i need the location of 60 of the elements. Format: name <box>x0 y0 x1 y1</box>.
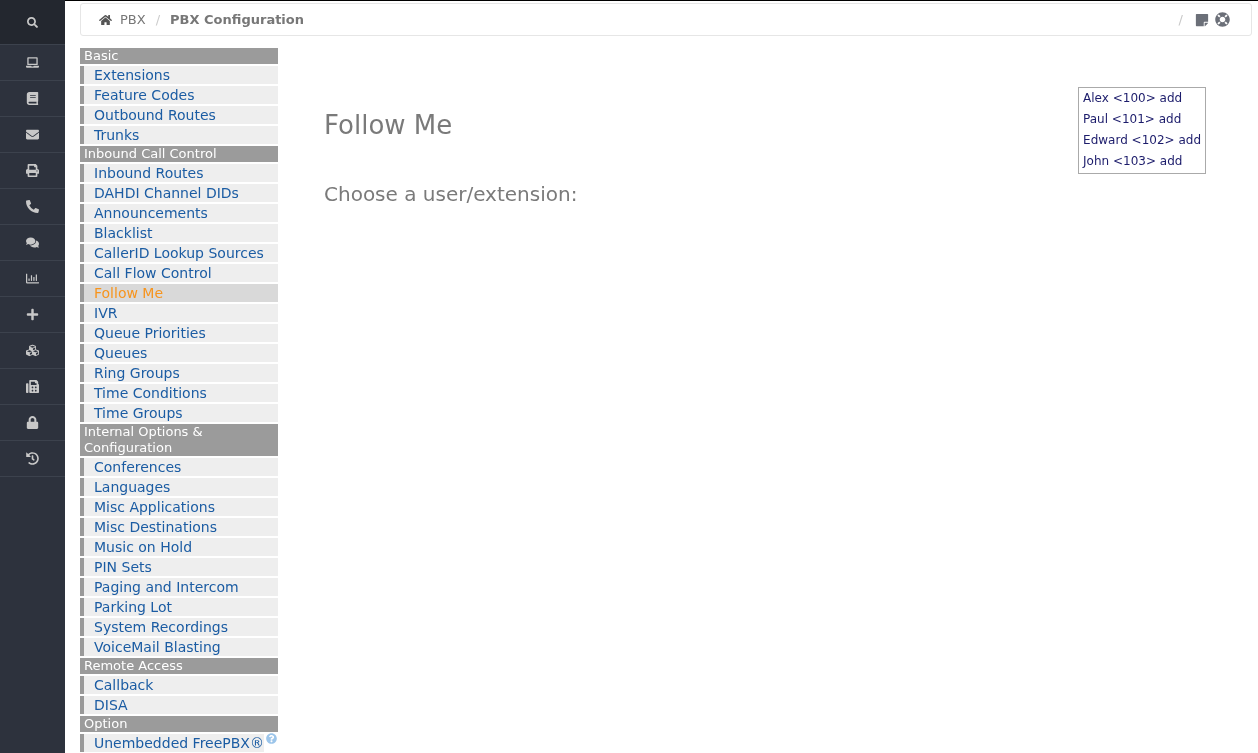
laptop-icon[interactable] <box>26 56 39 69</box>
user-link[interactable]: John <103> add <box>1083 151 1183 172</box>
menu-item[interactable]: Time Conditions <box>80 384 278 402</box>
toolbar-separator: / <box>1178 10 1183 29</box>
search-icon[interactable] <box>27 16 38 28</box>
menu-item[interactable]: Languages <box>80 478 278 496</box>
page-title: Follow Me <box>324 110 453 140</box>
book-icon[interactable] <box>26 92 39 105</box>
note-icon[interactable] <box>1195 12 1209 27</box>
breadcrumb-current: PBX Configuration <box>170 10 304 29</box>
menu-item[interactable]: PIN Sets <box>80 558 278 576</box>
phone-icon[interactable] <box>26 200 39 213</box>
menu-item[interactable]: DAHDI Channel DIDs <box>80 184 278 202</box>
menu-item[interactable]: Music on Hold <box>80 538 278 556</box>
fax-icon[interactable] <box>26 380 39 393</box>
section-heading: Basic <box>80 48 278 64</box>
user-link[interactable]: Paul <101> add <box>1083 109 1182 130</box>
bar-chart-icon[interactable] <box>26 272 39 285</box>
menu-item[interactable]: Paging and Intercom <box>80 578 278 596</box>
menu-item[interactable]: Misc Applications <box>80 498 278 516</box>
menu-item[interactable]: Blacklist <box>80 224 278 242</box>
lifebuoy-icon[interactable] <box>1215 12 1230 27</box>
menu-item[interactable]: Parking Lot <box>80 598 278 616</box>
menu-item[interactable]: Extensions <box>80 66 278 84</box>
menu-item[interactable]: Inbound Routes <box>80 164 278 182</box>
printer-icon[interactable] <box>26 164 39 177</box>
section-heading: Inbound Call Control <box>80 146 278 162</box>
cubes-icon[interactable] <box>26 344 39 357</box>
menu-item[interactable]: Announcements <box>80 204 278 222</box>
plus-icon[interactable] <box>26 308 39 321</box>
menu-item[interactable]: Time Groups <box>80 404 278 422</box>
menu-item[interactable]: System Recordings <box>80 618 278 636</box>
user-link[interactable]: Alex <100> add <box>1083 88 1183 109</box>
menu-item[interactable]: Outbound Routes <box>80 106 278 124</box>
section-heading: Remote Access <box>80 658 278 674</box>
prompt-text: Choose a user/extension: <box>324 182 578 206</box>
menu-item[interactable]: Feature Codes <box>80 86 278 104</box>
section-heading: Internal Options & Configuration <box>80 424 278 456</box>
chat-bubbles-icon[interactable] <box>26 236 39 249</box>
menu-item[interactable]: Ring Groups <box>80 364 278 382</box>
user-link[interactable]: Edward <102> add <box>1083 130 1201 151</box>
section-heading: Option <box>80 716 278 732</box>
lock-icon[interactable] <box>26 416 39 429</box>
menu-item[interactable]: Callback <box>80 676 278 694</box>
menu-item[interactable]: Call Flow Control <box>80 264 278 282</box>
menu-item[interactable]: Queues <box>80 344 278 362</box>
menu-item[interactable]: Queue Priorities <box>80 324 278 342</box>
envelope-icon[interactable] <box>26 128 39 141</box>
menu-item[interactable]: Misc Destinations <box>80 518 278 536</box>
menu-item[interactable]: CallerID Lookup Sources <box>80 244 278 262</box>
breadcrumb-separator: / <box>155 10 161 29</box>
menu-item[interactable]: Trunks <box>80 126 278 144</box>
home-icon[interactable] <box>99 13 112 26</box>
breadcrumb-link[interactable]: PBX <box>120 9 146 30</box>
menu-item[interactable]: DISA <box>80 696 278 714</box>
menu-item[interactable]: Unembedded FreePBX® <box>80 734 264 752</box>
menu-item[interactable]: IVR <box>80 304 278 322</box>
menu-item[interactable]: Conferences <box>80 458 278 476</box>
history-icon[interactable] <box>26 452 39 465</box>
menu-item[interactable]: VoiceMail Blasting <box>80 638 278 656</box>
